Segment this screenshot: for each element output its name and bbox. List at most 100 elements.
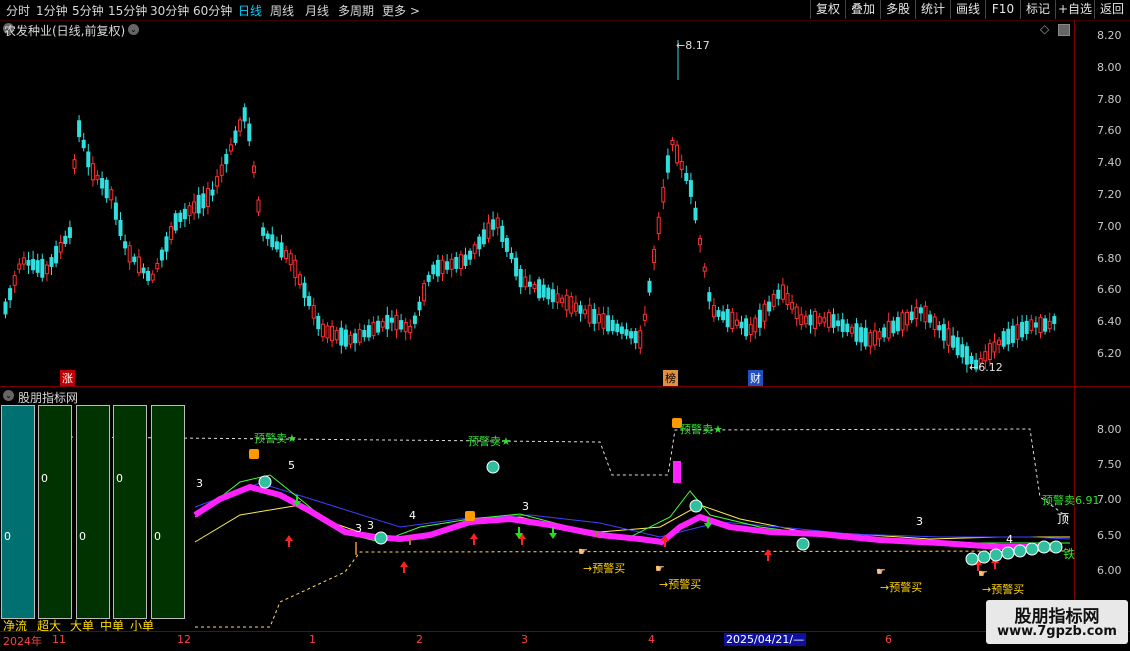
tf-30min[interactable]: 30分钟: [150, 2, 189, 19]
tf-1min[interactable]: 1分钟: [36, 2, 68, 19]
stats-button[interactable]: 统计: [915, 0, 950, 19]
candle-body: [251, 165, 256, 173]
tf-daily[interactable]: 日线: [238, 2, 262, 19]
price-tick: 6.80: [1097, 251, 1122, 265]
candle-body: [481, 229, 486, 245]
overlay-button[interactable]: 叠加: [845, 0, 880, 19]
candle-body: [670, 139, 675, 146]
candle-body: [891, 320, 896, 334]
candle-body: [790, 302, 795, 310]
candle-body: [8, 288, 13, 301]
candle-body: [389, 317, 394, 323]
limit-up-marker[interactable]: 涨: [60, 370, 75, 386]
finance-marker[interactable]: 财: [748, 370, 763, 386]
back-button[interactable]: 返回: [1094, 0, 1129, 19]
date-12: 12: [177, 633, 191, 646]
warn-sell-value-label: 预警卖6.91: [1042, 494, 1100, 507]
small-order-value: 0: [154, 530, 161, 543]
candle-body: [578, 305, 583, 314]
tf-more[interactable]: 更多 >: [382, 2, 420, 19]
candle-body: [394, 314, 399, 331]
candle-body: [573, 302, 578, 312]
tf-5min[interactable]: 5分钟: [72, 2, 104, 19]
date-6: 6: [885, 633, 892, 646]
fuquan-button[interactable]: 复权: [810, 0, 845, 19]
candle-body: [555, 293, 560, 303]
indicator-tick: 8.00: [1097, 423, 1122, 436]
candle-body: [610, 320, 615, 332]
candle-body: [504, 238, 509, 252]
candle-body: [403, 322, 408, 333]
candle-body: [123, 241, 128, 249]
candle-body: [366, 325, 371, 338]
candle-body: [583, 309, 588, 315]
candle-body: [541, 284, 546, 298]
indicator-tick: 6.50: [1097, 528, 1122, 542]
add-watchlist-button[interactable]: +自选: [1055, 0, 1094, 19]
candle-body: [173, 213, 178, 231]
date-3: 3: [521, 633, 528, 646]
candle-body: [417, 301, 422, 311]
candle-body: [767, 301, 772, 312]
candle-body: [242, 107, 247, 122]
candle-body: [854, 323, 859, 342]
candle-body: [205, 188, 210, 208]
candle-body: [491, 219, 496, 230]
candle-body: [320, 323, 325, 338]
candle-body: [440, 259, 445, 275]
high-price-label: ←8.17: [676, 39, 710, 52]
candle-body: [1052, 316, 1057, 324]
candle-body: [1024, 320, 1029, 334]
watermark-logo: 股朋指标网 www.7gpzb.com: [986, 600, 1128, 644]
candle-body: [385, 314, 390, 330]
candle-body: [284, 250, 289, 260]
candle-body: [886, 320, 891, 339]
tf-15min[interactable]: 15分钟: [108, 2, 147, 19]
candle-body: [348, 334, 353, 345]
candle-body: [941, 324, 946, 341]
candle-body: [859, 327, 864, 343]
candle-body: [31, 259, 36, 271]
tf-fenshi[interactable]: 分时: [6, 2, 30, 19]
candle-body: [656, 216, 661, 234]
mark-button[interactable]: 标记: [1020, 0, 1055, 19]
candle-body: [564, 294, 569, 311]
warn-sell-text-3: 预警卖: [680, 423, 713, 436]
candle-body: [734, 319, 739, 326]
candle-body: [495, 217, 500, 229]
candle-body: [569, 296, 574, 314]
multistock-button[interactable]: 多股: [880, 0, 915, 19]
candle-body: [127, 245, 132, 263]
net-flow-bar: 0: [1, 405, 35, 619]
warn-buy-label-4: →预警买: [982, 583, 1025, 596]
candle-body: [785, 292, 790, 306]
tf-multi[interactable]: 多周期: [338, 2, 374, 19]
warn-sell-text-1: 预警卖: [254, 432, 287, 445]
candle-body: [845, 323, 850, 333]
tf-60min[interactable]: 60分钟: [193, 2, 232, 19]
candle-body: [665, 155, 670, 173]
ranking-marker[interactable]: 榜: [663, 370, 678, 386]
medium-order-bar: 0: [113, 405, 147, 619]
tf-monthly[interactable]: 月线: [305, 2, 329, 19]
draw-button[interactable]: 画线: [950, 0, 985, 19]
candle-body: [909, 311, 914, 321]
candle-body: [872, 330, 877, 346]
tf-weekly[interactable]: 周线: [270, 2, 294, 19]
candle-body: [914, 307, 919, 320]
net-flow-value: 0: [4, 530, 11, 543]
date-2024: 2024年: [3, 635, 42, 648]
medium-order-value: 0: [116, 472, 123, 485]
candle-body: [164, 236, 169, 252]
f10-button[interactable]: F10: [985, 0, 1020, 19]
candle-body: [652, 248, 657, 264]
candle-body: [514, 257, 519, 277]
candle-body: [155, 262, 160, 270]
candle-body: [753, 317, 758, 333]
candle-body: [928, 314, 933, 323]
candle-body: [606, 315, 611, 332]
candle-body: [992, 341, 997, 353]
candle-body: [1020, 322, 1025, 338]
price-tick: 7.00: [1097, 219, 1122, 233]
candle-body: [265, 233, 270, 239]
